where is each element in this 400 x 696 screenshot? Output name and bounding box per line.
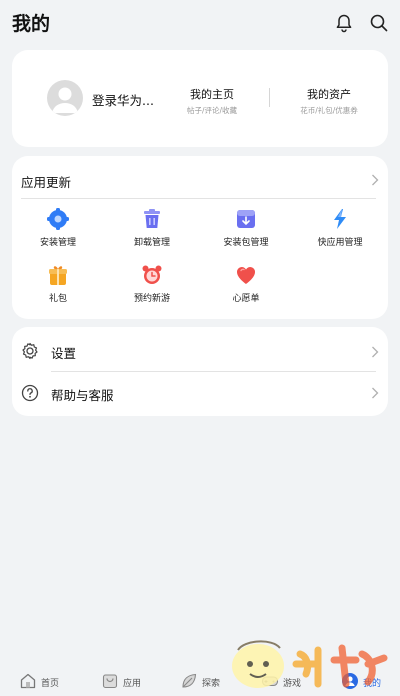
leaf-icon xyxy=(182,673,197,688)
help-support-label: 帮助与客服 xyxy=(51,388,114,403)
trash-icon xyxy=(144,209,160,228)
install-manager-label: 安装管理 xyxy=(39,238,76,248)
alarm-clock-icon xyxy=(142,265,162,284)
quick-app-manager-button[interactable]: 快应用管理 xyxy=(300,208,380,248)
uninstall-manager-button[interactable]: 卸载管理 xyxy=(112,208,192,248)
settings-label: 设置 xyxy=(51,346,77,361)
bell-icon[interactable] xyxy=(334,13,354,33)
tab-home-label: 首页 xyxy=(41,679,60,689)
install-manager-button[interactable]: 安装管理 xyxy=(18,208,98,248)
apps-card: 应用更新 安装管理 卸载管理 安装包管理 快应用管理 礼包 预约新游 心愿单 xyxy=(12,156,388,319)
quick-app-manager-label: 快应用管理 xyxy=(317,238,363,248)
wishlist-button[interactable]: 心愿单 xyxy=(206,264,286,304)
wishlist-label: 心愿单 xyxy=(232,294,260,304)
settings-row[interactable]: 设置 xyxy=(12,329,388,373)
my-homepage-title: 我的主页 xyxy=(190,88,234,101)
my-assets-title: 我的资产 xyxy=(307,88,351,101)
login-link[interactable]: 登录华为... xyxy=(92,90,154,109)
watermark-mascot-logo xyxy=(232,640,388,688)
tab-apps-label: 应用 xyxy=(123,679,142,689)
bag-icon xyxy=(102,674,118,689)
package-manager-label: 安装包管理 xyxy=(223,238,269,248)
settings-card: 设置 帮助与客服 xyxy=(12,327,388,416)
divider xyxy=(269,88,270,107)
home-icon xyxy=(20,673,36,689)
help-icon xyxy=(21,384,39,402)
heart-icon xyxy=(236,267,256,284)
gift-label: 礼包 xyxy=(48,294,67,304)
package-manager-button[interactable]: 安装包管理 xyxy=(206,208,286,248)
uninstall-manager-label: 卸载管理 xyxy=(133,238,170,248)
gift-button[interactable]: 礼包 xyxy=(18,264,98,304)
chevron-right-icon[interactable] xyxy=(371,174,379,186)
divider xyxy=(21,198,376,199)
chevron-right-icon xyxy=(372,387,379,399)
chevron-right-icon xyxy=(372,346,379,358)
my-homepage-button[interactable]: 我的主页 帖子/评论/收藏 xyxy=(182,86,242,116)
gear-icon xyxy=(47,208,69,230)
search-icon[interactable] xyxy=(369,13,389,33)
preorder-games-button[interactable]: 预约新游 xyxy=(112,264,192,304)
my-assets-button[interactable]: 我的资产 花币/礼包/优惠券 xyxy=(298,86,360,116)
app-updates-title[interactable]: 应用更新 xyxy=(21,172,71,191)
gear-outline-icon xyxy=(22,342,38,360)
avatar[interactable] xyxy=(47,80,83,116)
help-support-row[interactable]: 帮助与客服 xyxy=(12,371,388,415)
avatar-icon xyxy=(52,87,78,113)
header: 我的 xyxy=(0,0,400,46)
my-homepage-subtitle: 帖子/评论/收藏 xyxy=(186,106,238,115)
my-assets-subtitle: 花币/礼包/优惠券 xyxy=(300,106,358,115)
profile-card: 登录华为... 我的主页 帖子/评论/收藏 我的资产 花币/礼包/优惠券 xyxy=(12,50,388,147)
package-icon xyxy=(237,210,255,228)
tab-explore-label: 探索 xyxy=(202,679,221,689)
preorder-games-label: 预约新游 xyxy=(133,294,170,304)
page-title: 我的 xyxy=(12,13,51,35)
lightning-icon xyxy=(334,209,346,229)
gift-icon xyxy=(49,266,67,285)
